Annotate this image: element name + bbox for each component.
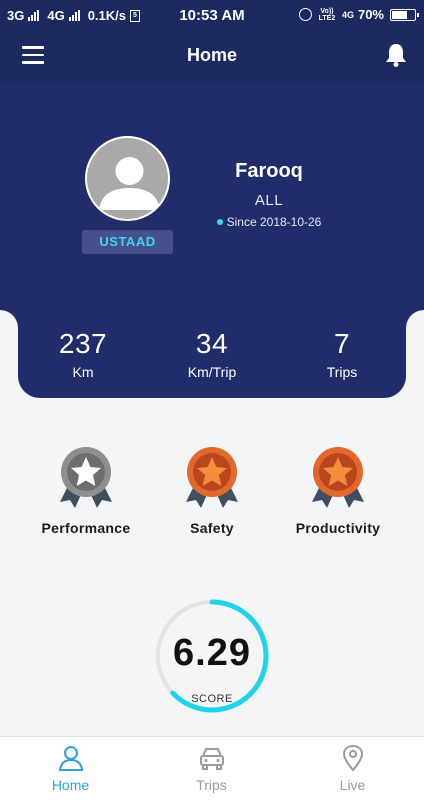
nav-label: Home — [51, 777, 90, 793]
page-title: Home — [186, 45, 237, 65]
app-bar: Home — [0, 30, 424, 82]
driver-group: ALL — [254, 192, 284, 209]
medal-label: Productivity — [295, 520, 381, 536]
score-label: SCORE — [191, 693, 233, 705]
alarm-icon — [298, 8, 312, 21]
stat-km-per-trip: 34 Km/Trip — [152, 328, 272, 380]
stats-card: 237 Km 34 Km/Trip 7 Trips — [18, 306, 406, 398]
user-silhouette-icon — [99, 157, 160, 210]
stat-unit: Km — [72, 364, 94, 380]
stats-card-corner-right — [406, 310, 424, 400]
rank-badge: USTAAD — [82, 230, 173, 254]
bottom-nav: Home Trips Live — [0, 736, 424, 800]
battery-icon — [390, 8, 419, 21]
stats-card-corner-left — [0, 310, 18, 400]
stat-value: 34 — [195, 328, 229, 359]
score-value: 6.29 — [173, 632, 251, 674]
stat-unit: Trips — [326, 364, 358, 380]
nav-label: Live — [339, 777, 366, 793]
nav-trips[interactable]: Trips — [141, 737, 282, 800]
network-type-3: 4G — [341, 9, 354, 20]
bell-icon — [386, 44, 406, 67]
notifications-button[interactable] — [384, 42, 408, 68]
stat-value: 237 — [58, 328, 108, 359]
medal-icon — [312, 447, 364, 508]
location-pin-icon — [342, 745, 363, 771]
profile-header: USTAAD Farooq ALL Since 2018-10-26 — [0, 82, 424, 310]
stat-unit: Km/Trip — [187, 364, 237, 380]
battery-percent: 70% — [357, 7, 384, 22]
avatar[interactable] — [85, 136, 170, 221]
status-bar: 3G 4G 0.1K/s 5 10:53 AM Vo)) LTE2 4G 70% — [0, 0, 424, 30]
medal-label: Performance — [41, 520, 131, 536]
driver-name: Farooq — [235, 160, 303, 182]
medal-icon — [186, 447, 238, 508]
stat-value: 7 — [333, 328, 351, 359]
member-since: Since 2018-10-26 — [200, 215, 338, 229]
status-right: Vo)) LTE2 4G 70% — [298, 7, 419, 22]
nav-live[interactable]: Live — [282, 737, 423, 800]
score-gauge: 6.29 SCORE — [152, 596, 272, 716]
medal-label: Safety — [190, 520, 234, 536]
stat-distance: 237 Km — [23, 328, 143, 380]
medal-safety[interactable]: Safety — [146, 446, 278, 536]
person-icon — [58, 746, 83, 771]
volte-indicator: Vo)) LTE2 — [318, 7, 336, 22]
medal-icon — [60, 447, 112, 508]
since-text: Since 2018-10-26 — [226, 215, 322, 229]
medal-performance[interactable]: Performance — [20, 446, 152, 536]
car-icon — [199, 748, 224, 770]
medal-productivity[interactable]: Productivity — [272, 446, 404, 536]
stat-trips: 7 Trips — [282, 328, 402, 380]
battery-fill — [392, 10, 407, 19]
nav-label: Trips — [196, 777, 227, 793]
dot-icon — [216, 218, 223, 225]
nav-home[interactable]: Home — [0, 737, 141, 800]
